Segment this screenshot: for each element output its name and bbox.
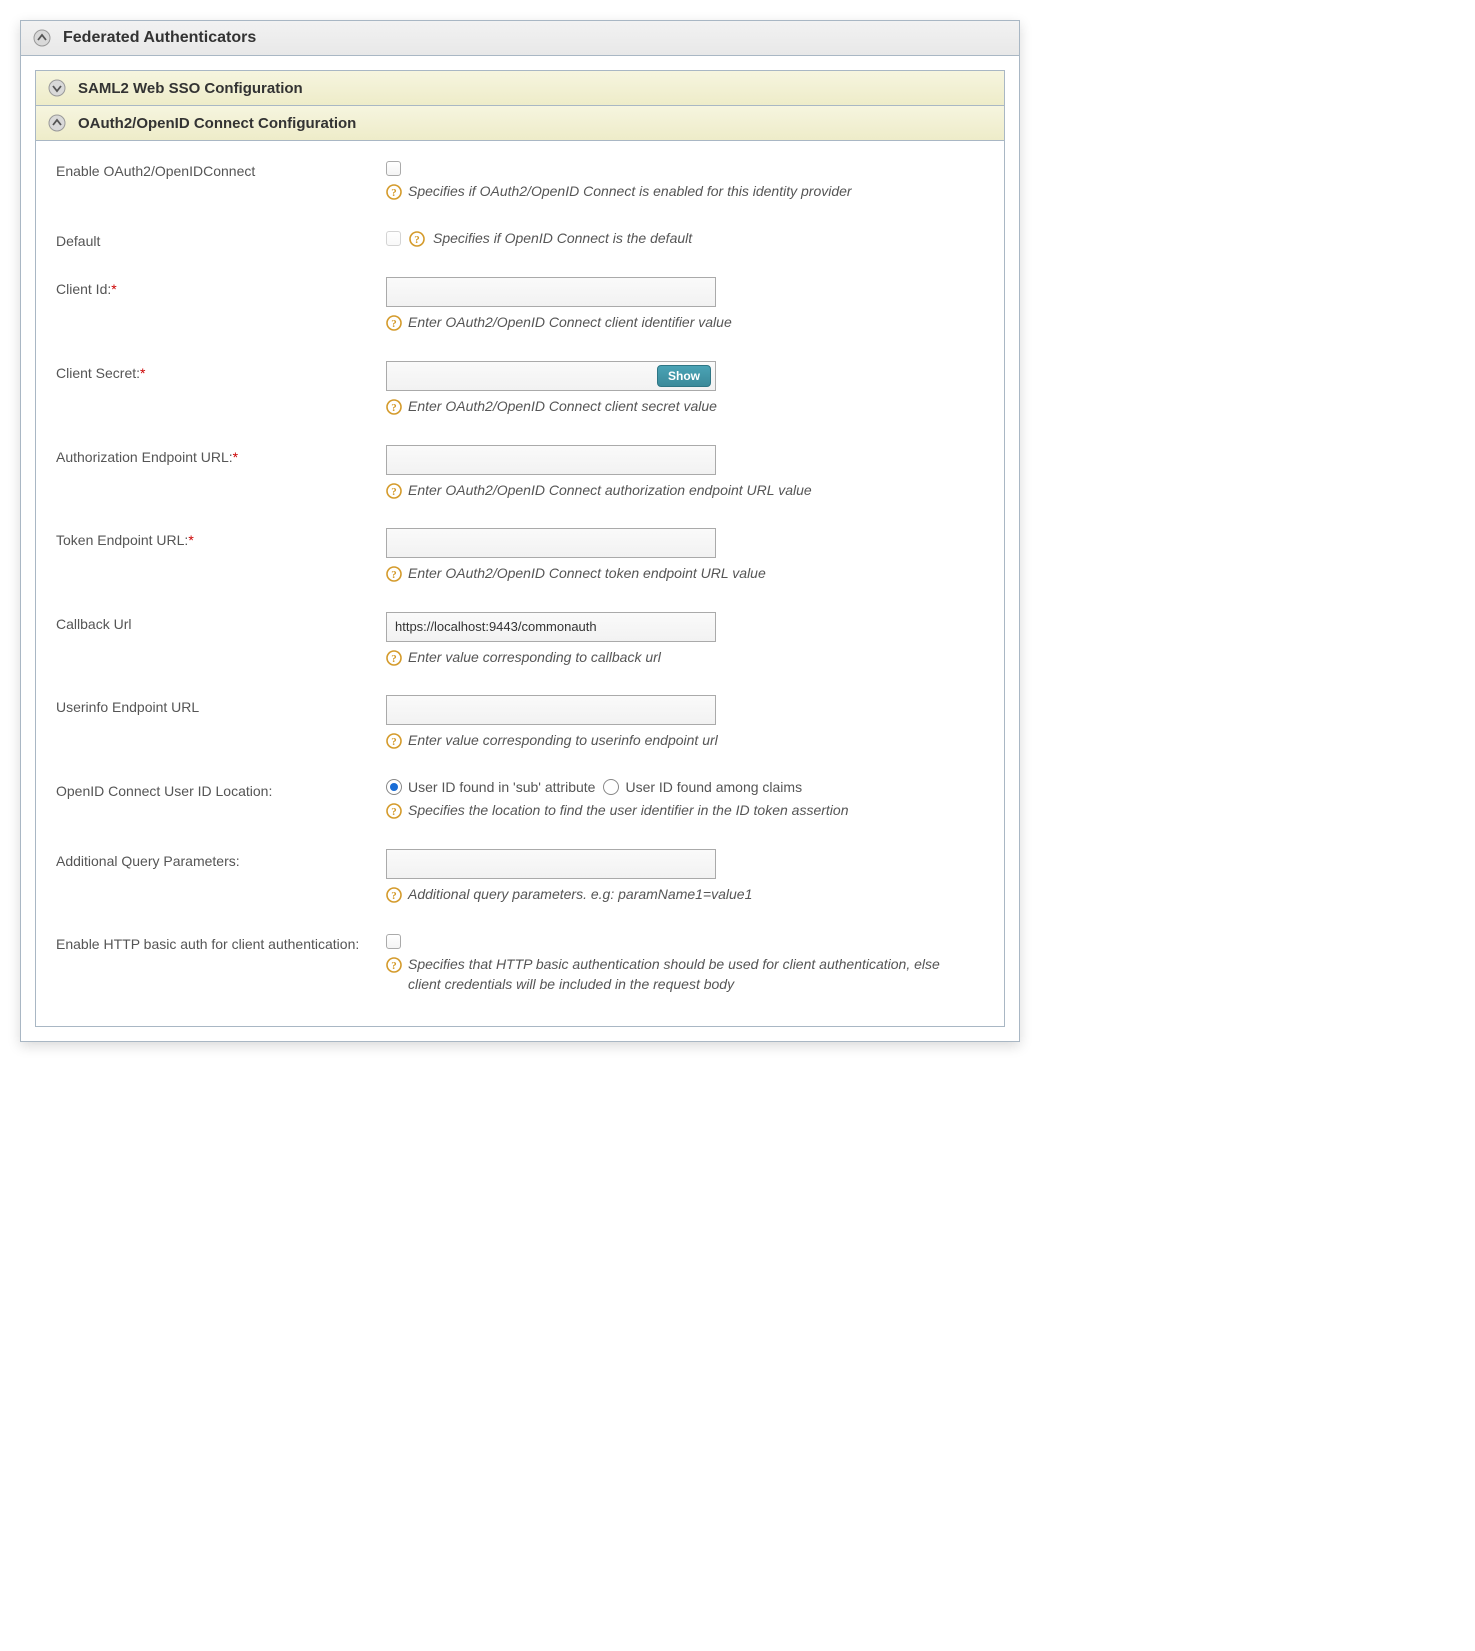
userinfo-url-input[interactable] <box>386 695 716 725</box>
enable-oauth-help: Specifies if OAuth2/OpenID Connect is en… <box>408 182 852 202</box>
help-icon <box>386 184 402 200</box>
token-url-help: Enter OAuth2/OpenID Connect token endpoi… <box>408 564 766 584</box>
saml-section-title: SAML2 Web SSO Configuration <box>78 80 303 97</box>
federated-authenticators-panel: Federated Authenticators SAML2 Web SSO C… <box>20 20 1020 1042</box>
chevron-down-icon <box>48 79 66 97</box>
help-icon <box>409 231 425 247</box>
help-icon <box>386 566 402 582</box>
userid-location-row: OpenID Connect User ID Location: User ID… <box>56 779 984 821</box>
callback-url-label: Callback Url <box>56 612 386 632</box>
help-icon <box>386 957 402 973</box>
userid-claims-radio[interactable]: User ID found among claims <box>603 779 802 795</box>
authz-url-input[interactable] <box>386 445 716 475</box>
client-secret-row: Client Secret:* Show Enter OAuth2/OpenID… <box>56 361 984 417</box>
basic-auth-label: Enable HTTP basic auth for client authen… <box>56 932 386 952</box>
basic-auth-row: Enable HTTP basic auth for client authen… <box>56 932 984 994</box>
help-icon <box>386 483 402 499</box>
authz-url-row: Authorization Endpoint URL:* Enter OAuth… <box>56 445 984 501</box>
radio-unselected-icon <box>603 779 619 795</box>
oauth-section: OAuth2/OpenID Connect Configuration Enab… <box>35 106 1005 1027</box>
required-marker: * <box>188 532 193 548</box>
oauth-section-header[interactable]: OAuth2/OpenID Connect Configuration <box>36 106 1004 141</box>
userid-sub-label: User ID found in 'sub' attribute <box>408 779 595 795</box>
required-marker: * <box>233 449 238 465</box>
userinfo-url-row: Userinfo Endpoint URL Enter value corres… <box>56 695 984 751</box>
client-secret-input[interactable] <box>395 362 657 390</box>
authz-url-label: Authorization Endpoint URL: <box>56 449 233 465</box>
userid-location-label: OpenID Connect User ID Location: <box>56 779 386 799</box>
client-secret-help: Enter OAuth2/OpenID Connect client secre… <box>408 397 717 417</box>
chevron-up-icon <box>33 29 51 47</box>
show-secret-button[interactable]: Show <box>657 365 711 387</box>
client-id-label: Client Id: <box>56 281 111 297</box>
enable-oauth-checkbox[interactable] <box>386 161 401 176</box>
help-icon <box>386 887 402 903</box>
client-id-help: Enter OAuth2/OpenID Connect client ident… <box>408 313 732 333</box>
basic-auth-checkbox[interactable] <box>386 934 401 949</box>
required-marker: * <box>111 281 116 297</box>
chevron-up-icon <box>48 114 66 132</box>
help-icon <box>386 733 402 749</box>
userinfo-url-label: Userinfo Endpoint URL <box>56 695 386 715</box>
panel-title: Federated Authenticators <box>63 29 256 47</box>
client-secret-label: Client Secret: <box>56 365 140 381</box>
userid-sub-radio[interactable]: User ID found in 'sub' attribute <box>386 779 595 795</box>
userinfo-url-help: Enter value corresponding to userinfo en… <box>408 731 718 751</box>
default-label: Default <box>56 229 386 249</box>
default-row: Default Specifies if OpenID Connect is t… <box>56 229 984 249</box>
callback-url-help: Enter value corresponding to callback ur… <box>408 648 661 668</box>
token-url-row: Token Endpoint URL:* Enter OAuth2/OpenID… <box>56 528 984 584</box>
authz-url-help: Enter OAuth2/OpenID Connect authorizatio… <box>408 481 812 501</box>
radio-selected-icon <box>386 779 402 795</box>
panel-header[interactable]: Federated Authenticators <box>21 21 1019 56</box>
help-icon <box>386 650 402 666</box>
default-checkbox[interactable] <box>386 231 401 246</box>
userid-location-help: Specifies the location to find the user … <box>408 801 848 821</box>
saml-section-header[interactable]: SAML2 Web SSO Configuration <box>36 71 1004 105</box>
default-help: Specifies if OpenID Connect is the defau… <box>433 230 692 246</box>
query-params-label: Additional Query Parameters: <box>56 849 386 869</box>
basic-auth-help: Specifies that HTTP basic authentication… <box>408 955 946 994</box>
enable-oauth-label: Enable OAuth2/OpenIDConnect <box>56 159 386 179</box>
client-id-input[interactable] <box>386 277 716 307</box>
callback-url-input[interactable] <box>386 612 716 642</box>
token-url-input[interactable] <box>386 528 716 558</box>
help-icon <box>386 803 402 819</box>
saml-section: SAML2 Web SSO Configuration <box>35 70 1005 106</box>
help-icon <box>386 399 402 415</box>
client-id-row: Client Id:* Enter OAuth2/OpenID Connect … <box>56 277 984 333</box>
query-params-help: Additional query parameters. e.g: paramN… <box>408 885 752 905</box>
query-params-input[interactable] <box>386 849 716 879</box>
callback-url-row: Callback Url Enter value corresponding t… <box>56 612 984 668</box>
token-url-label: Token Endpoint URL: <box>56 532 188 548</box>
help-icon <box>386 315 402 331</box>
required-marker: * <box>140 365 145 381</box>
userid-claims-label: User ID found among claims <box>625 779 802 795</box>
oauth-section-title: OAuth2/OpenID Connect Configuration <box>78 115 356 132</box>
query-params-row: Additional Query Parameters: Additional … <box>56 849 984 905</box>
enable-oauth-row: Enable OAuth2/OpenIDConnect Specifies if… <box>56 159 984 201</box>
